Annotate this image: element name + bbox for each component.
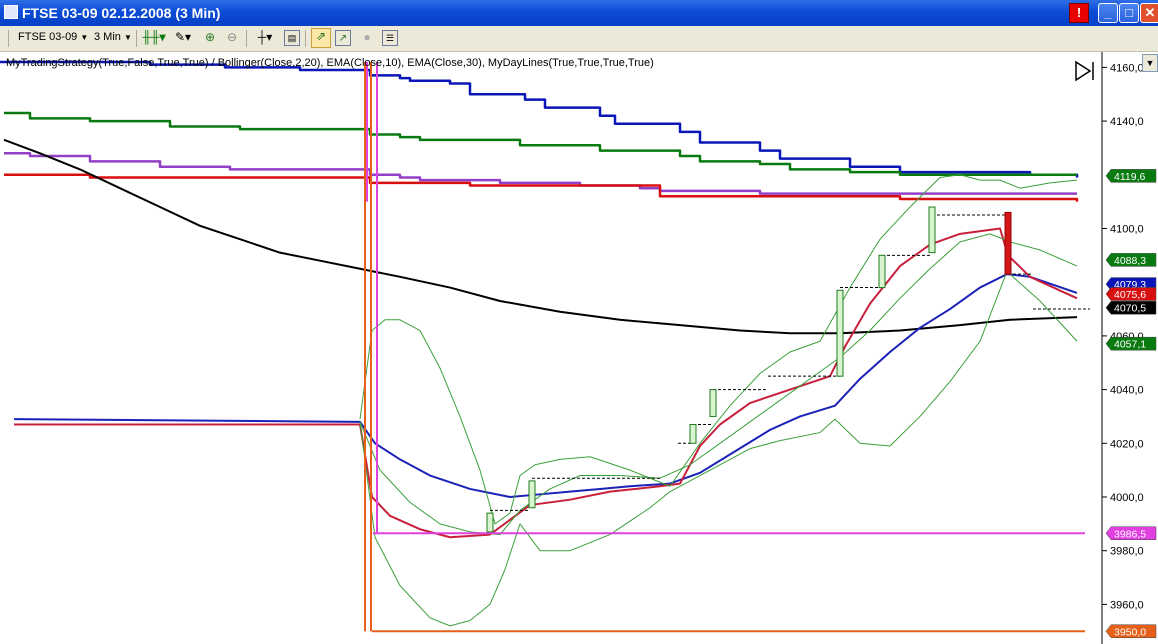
draw-pen-icon[interactable]: ✎▾ [172, 30, 194, 46]
toolbar-separator [246, 30, 247, 47]
y-tick-label: 4000,0 [1110, 492, 1144, 504]
price-chart[interactable]: 4160,04140,04100,04060,04040,04020,04000… [0, 52, 1158, 644]
toolbar-separator [305, 30, 306, 47]
price-tag-label: 4070,5 [1114, 303, 1146, 315]
chart-toolbar: FTSE 03-09 ▼ 3 Min ▼ ╫╫▾ ✎▾ ⊕ ⊖ ┼▾ ▤ ⇗ ↗… [0, 26, 1158, 52]
instrument-label: FTSE 03-09 [18, 31, 78, 43]
price-tag-label: 4119,6 [1114, 171, 1145, 183]
series-line-bollinger [359, 174, 1078, 525]
price-tag-label: 4057,1 [1114, 339, 1146, 351]
indicators-icon[interactable]: ↗ [335, 30, 351, 46]
y-tick-label: 4140,0 [1110, 116, 1144, 128]
price-tag-label: 3950,0 [1114, 626, 1146, 638]
scale-dropdown-chevron-down-icon[interactable]: ▼ [1142, 54, 1158, 72]
zoom-in-icon[interactable]: ⊕ [202, 30, 218, 46]
instrument-selector[interactable]: FTSE 03-09 ▼ [18, 31, 88, 43]
trade-bar [486, 512, 494, 533]
price-tag-label: 3986,5 [1114, 528, 1146, 540]
disabled-circle-icon[interactable]: ● [359, 30, 375, 46]
trade-bar [689, 424, 697, 444]
trade-bar [709, 389, 717, 417]
toolbar-grip [8, 30, 9, 47]
crosshair-icon[interactable]: ┼▾ [252, 30, 278, 46]
minimize-button[interactable]: _ [1098, 3, 1118, 23]
play-end-icon[interactable] [1074, 60, 1096, 82]
interval-chevron-down-icon: ▼ [123, 33, 132, 42]
y-tick-label: 4020,0 [1110, 438, 1144, 450]
chart-properties-icon[interactable]: ▤ [284, 30, 300, 46]
interval-label: 3 Min [94, 31, 121, 43]
trade-bar [836, 289, 844, 377]
maximize-button[interactable]: □ [1119, 3, 1139, 23]
chart-panel[interactable]: 4160,0 4140,0 4100,0 4060,0 4040,0 4020,0 4000… [0, 52, 1158, 644]
price-tag-label: 4075,6 [1114, 289, 1146, 301]
series-line-red_line [4, 173, 1079, 202]
chart-app-icon [4, 5, 18, 19]
series-line-black_line [3, 138, 1078, 335]
series-line-ema_red [14, 227, 1078, 539]
trade-bar [528, 480, 536, 509]
y-tick-label: 4040,0 [1110, 385, 1144, 397]
toolbar-separator [136, 30, 137, 47]
trade-bar [878, 254, 886, 289]
price-tag-label: 4088,3 [1114, 255, 1146, 267]
strategy-icon[interactable]: ⇗ [311, 28, 331, 48]
indicator-legend: MyTradingStrategy(True,False,True,True) … [6, 57, 654, 69]
zoom-out-icon[interactable]: ⊖ [224, 30, 240, 46]
series-line-purple_line [4, 152, 1077, 195]
title-bar: FTSE 03-09 02.12.2008 (3 Min) ! _ □ ✕ [0, 0, 1158, 26]
y-tick-label: 4160,0 [1110, 62, 1144, 74]
candlestick-style-icon[interactable]: ╫╫▾ [142, 30, 166, 46]
instrument-chevron-down-icon: ▼ [80, 33, 89, 42]
series-line-bollinger [359, 233, 1078, 536]
trade-bar [928, 206, 936, 254]
window-title: FTSE 03-09 02.12.2008 (3 Min) [22, 5, 221, 21]
trade-bar [1004, 211, 1012, 275]
interval-selector[interactable]: 3 Min ▼ [94, 31, 132, 43]
y-tick-label: 3980,0 [1110, 546, 1144, 558]
series-line-ema_blue [13, 273, 1078, 498]
series-line-blue_line [0, 60, 1079, 178]
y-tick-label: 3960,0 [1110, 599, 1144, 611]
alert-button[interactable]: ! [1069, 3, 1089, 23]
y-tick-label: 4100,0 [1110, 223, 1144, 235]
data-box-icon[interactable]: ☰ [382, 30, 398, 46]
close-button[interactable]: ✕ [1140, 3, 1158, 23]
